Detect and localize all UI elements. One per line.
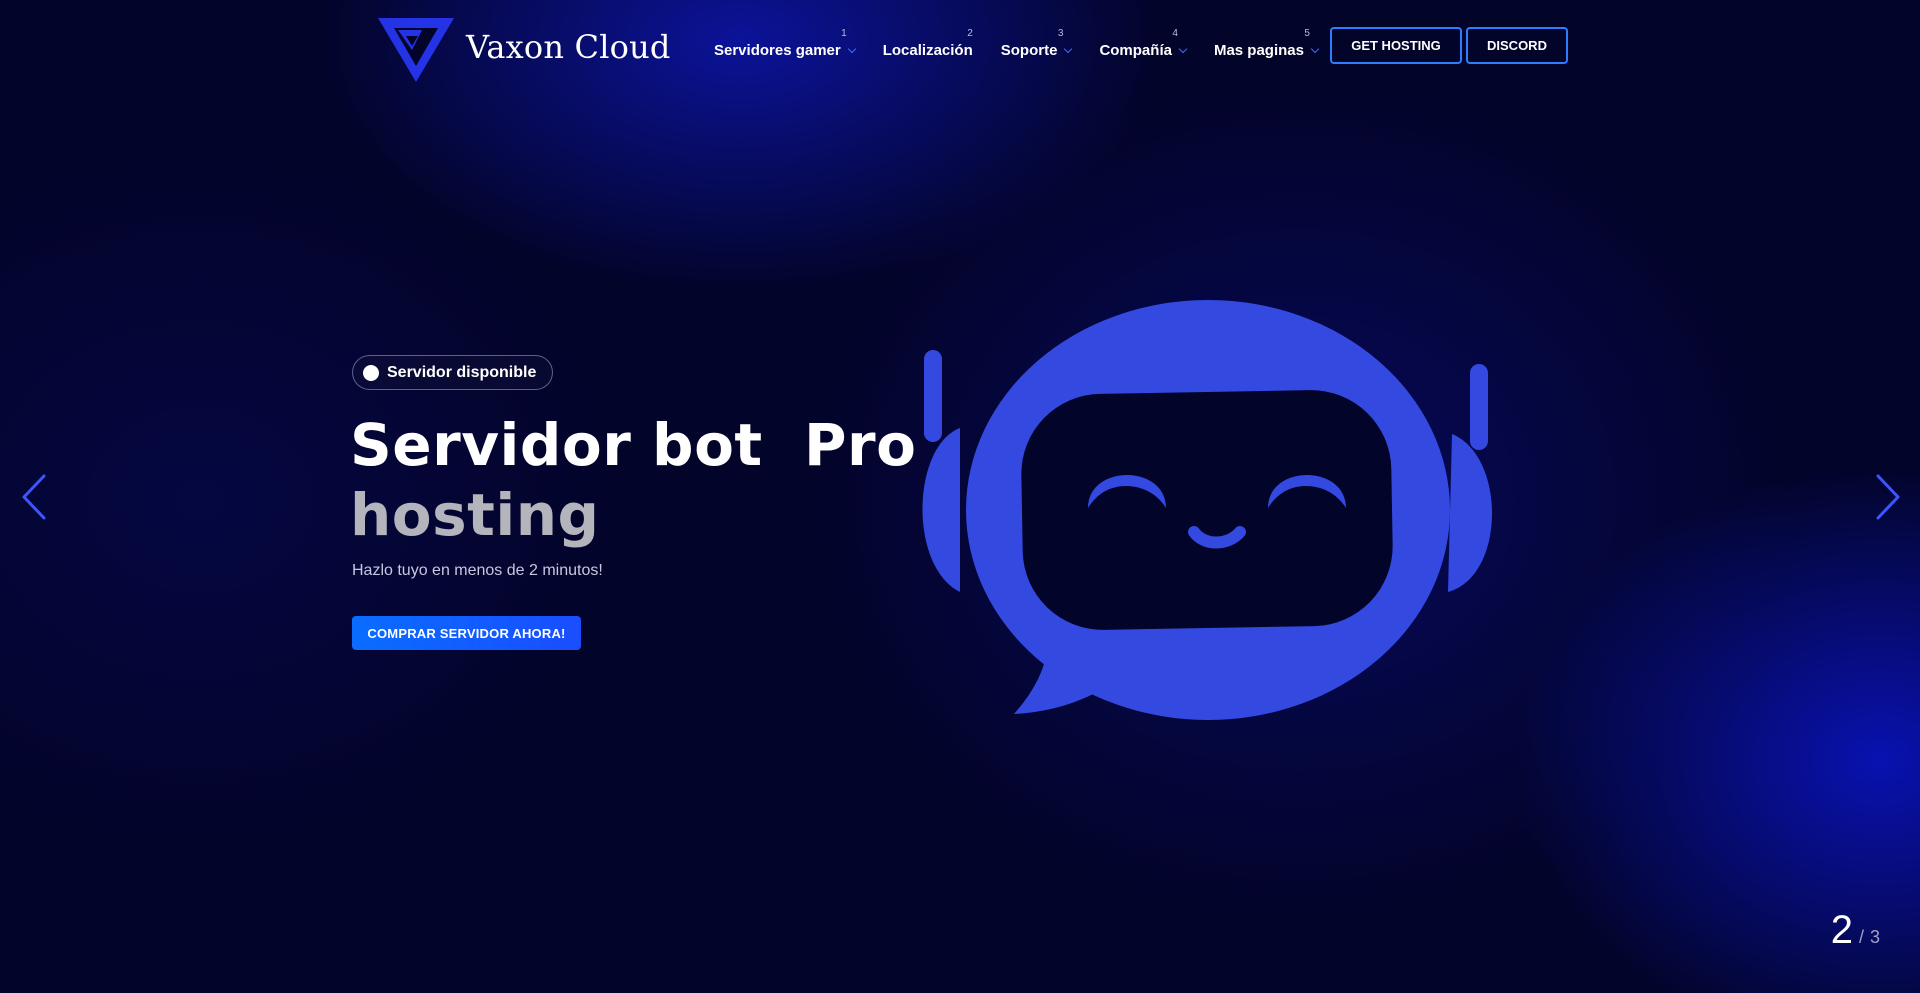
brand-logo[interactable]: Vaxon Cloud xyxy=(376,16,671,84)
nav-label: Mas paginas xyxy=(1213,42,1304,59)
hero-title: Servidor bot Pro hosting xyxy=(350,410,917,550)
nav-soporte[interactable]: Soporte 3 xyxy=(1000,28,1073,59)
brand-name: Vaxon Cloud xyxy=(466,28,671,66)
status-dot-icon xyxy=(363,364,379,381)
robot-chat-bubble-icon xyxy=(922,300,1493,720)
nav-label: Compañía xyxy=(1099,42,1172,59)
slide-total: 3 xyxy=(1869,927,1880,947)
nav-number: 5 xyxy=(1304,28,1310,39)
main-nav: Servidores gamer 1 Localización 2 Soport… xyxy=(714,28,1346,59)
nav-label: Soporte xyxy=(1000,42,1058,59)
nav-number: 4 xyxy=(1172,28,1178,39)
nav-servidores-gamer[interactable]: Servidores gamer 1 xyxy=(714,28,856,59)
slide-current: 2 xyxy=(1830,908,1853,952)
chevron-down-icon xyxy=(1178,44,1188,54)
nav-label: Servidores gamer xyxy=(714,42,841,59)
hero-title-line2: hosting xyxy=(350,481,600,549)
slide-counter: 2 / 3 xyxy=(1831,908,1880,953)
status-badge-label: Servidor disponible xyxy=(387,363,537,381)
chevron-left-icon[interactable] xyxy=(16,472,56,522)
chevron-down-icon xyxy=(847,44,856,54)
discord-button[interactable]: DISCORD xyxy=(1466,27,1568,64)
nav-mas-paginas[interactable]: Mas paginas 5 xyxy=(1213,28,1320,59)
vaxon-v-logo-icon xyxy=(378,18,454,82)
slide-separator: / xyxy=(1858,927,1864,947)
status-badge: Servidor disponible xyxy=(352,355,554,390)
buy-server-button[interactable]: COMPRAR SERVIDOR AHORA! xyxy=(352,616,581,650)
nav-compania[interactable]: Compañía 4 xyxy=(1099,28,1188,59)
chevron-down-icon xyxy=(1064,44,1073,54)
hero-title-line1: Servidor bot Pro xyxy=(350,411,917,479)
nav-localizacion[interactable]: Localización 2 xyxy=(882,28,973,59)
nav-number: 1 xyxy=(841,28,847,39)
chevron-down-icon xyxy=(1310,44,1320,54)
hero-subtitle: Hazlo tuyo en menos de 2 minutos! xyxy=(352,562,603,579)
nav-number: 3 xyxy=(1057,28,1064,39)
chevron-right-icon[interactable] xyxy=(1866,472,1906,522)
nav-number: 2 xyxy=(967,28,973,39)
get-hosting-button[interactable]: GET HOSTING xyxy=(1330,27,1462,64)
nav-label: Localización xyxy=(882,42,973,59)
